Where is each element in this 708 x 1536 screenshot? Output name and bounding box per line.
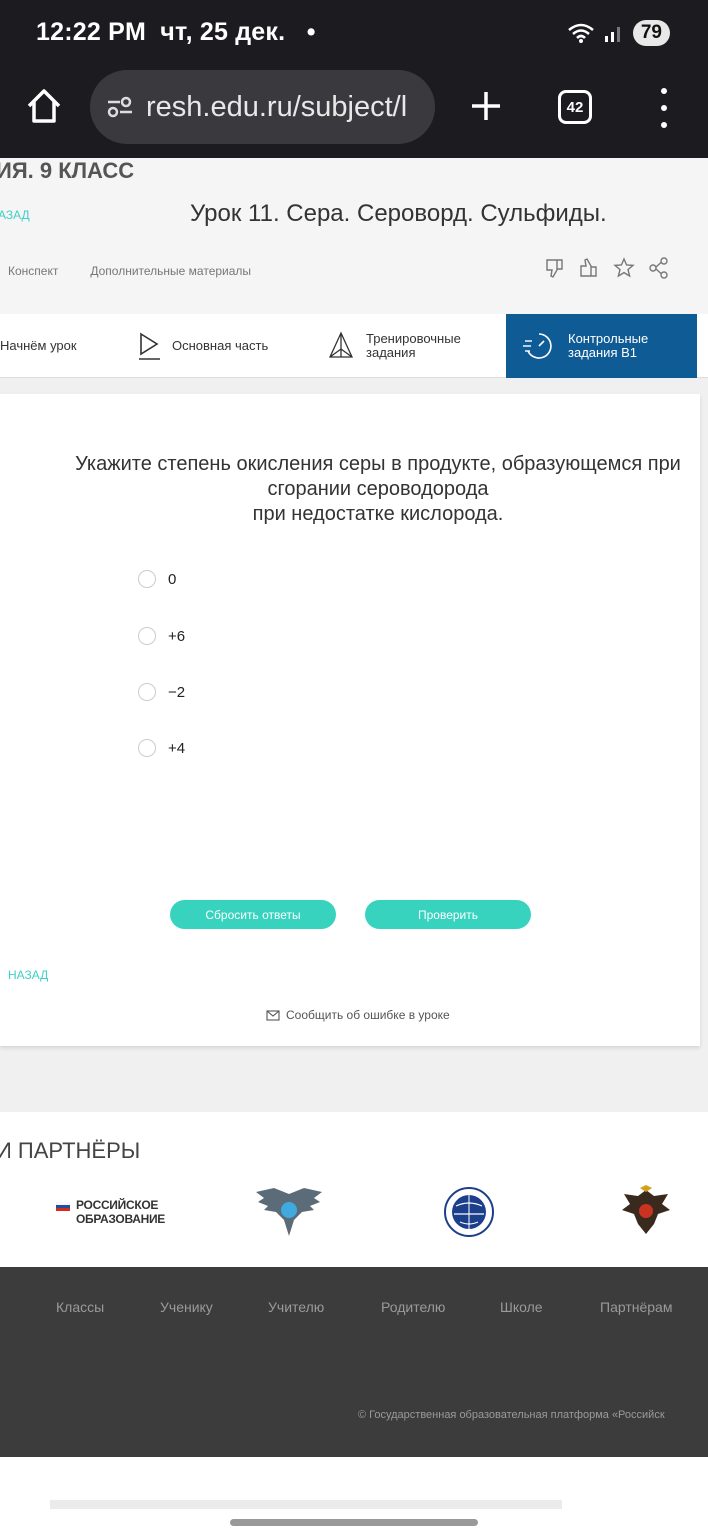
new-tab-button[interactable] [466,84,506,128]
address-bar-row: resh.edu.ru/subject/l 42 [0,70,708,144]
eagle-emblem-icon [256,1188,322,1236]
answer-option[interactable]: +6 [138,627,185,645]
back-link-bottom[interactable]: НАЗАД [8,968,48,982]
tab-switcher-button[interactable]: 42 [558,90,592,124]
partners-title: И ПАРТНЁРЫ [0,1138,141,1163]
step-label: Основная часть [172,338,269,353]
date-text: чт, 25 дек. [160,18,286,46]
mail-icon [266,1009,280,1021]
russian-flag-icon [56,1202,70,1211]
footer-link-teacher[interactable]: Учителю [268,1299,324,1315]
answer-option[interactable]: +4 [138,739,185,757]
copyright-text: © Государственная образовательная платфо… [358,1409,665,1421]
option-label: +4 [168,739,186,757]
radio-button[interactable] [138,683,156,701]
military-historical-society-logo[interactable] [616,1184,676,1245]
site-footer: Классы Ученику Учителю Родителю Школе Па… [0,1267,708,1457]
time-text: 12:22 PM [36,18,146,46]
partners-section: И ПАРТНЁРЫ РОССИЙСКОЕ ОБРАЗОВАНИЕ [0,1112,708,1267]
subject-title: ИЯ. 9 КЛАСС [0,158,135,183]
answer-option[interactable]: −2 [138,683,185,701]
page-scroll-strip [50,1500,562,1509]
play-icon [139,332,160,360]
question-line: Укажите степень окисления серы в продукт… [75,453,681,475]
question-line: сгорании сероводорода [267,478,489,500]
step-label: Тренировочные задания [366,331,461,360]
footer-link-student[interactable]: Ученику [160,1299,213,1315]
gesture-home-indicator[interactable] [230,1519,478,1526]
tab-additional-materials[interactable]: Дополнительные материалы [90,264,251,278]
step-label: Начнём урок [0,338,77,353]
lesson-step-nav: Начнём урок Основная часть Тренировочные… [0,314,708,378]
report-error-link[interactable]: Сообщить об ошибке в уроке [266,1008,450,1022]
globe-icon [444,1187,494,1237]
step-control[interactable]: Контрольные задания В1 [506,314,697,378]
url-bar[interactable]: resh.edu.ru/subject/l [90,70,435,144]
pyramid-icon [328,331,354,358]
like-icon[interactable] [578,256,600,280]
question-text: Укажите степень окисления серы в продукт… [48,452,708,527]
status-icons: 79 [567,20,670,46]
home-button[interactable] [24,84,64,128]
footer-link-parent[interactable]: Родителю [381,1299,445,1315]
quiz-card: Укажите степень окисления серы в продукт… [0,394,700,1046]
option-label: −2 [168,683,186,701]
menu-dot [661,105,667,111]
lesson-actions [544,256,670,280]
url-text[interactable]: resh.edu.ru/subject/l [146,91,407,124]
menu-dot [661,122,667,128]
footer-links: Классы Ученику Учителю Родителю Школе Па… [0,1299,708,1319]
share-icon[interactable] [648,256,670,280]
double-eagle-icon [622,1185,670,1234]
geographic-society-logo[interactable] [436,1186,502,1243]
menu-dot [661,88,667,94]
step-label: Контрольные задания В1 [568,331,649,360]
status-time: 12:22 PM чт, 25 дек. • [36,18,316,47]
step-start[interactable]: Начнём урок [0,314,110,378]
timer-icon [523,333,552,359]
report-label: Сообщить об ошибке в уроке [286,1008,450,1022]
browser-menu-button[interactable] [652,88,676,128]
battery-indicator: 79 [632,20,670,46]
wifi-icon [568,23,594,43]
ministry-logo[interactable] [254,1184,324,1245]
radio-button[interactable] [138,739,156,757]
footer-link-partners[interactable]: Партнёрам [600,1299,672,1315]
signal-icon [604,27,620,42]
tab-konspekt[interactable]: Конспект [8,264,58,278]
reset-answers-button[interactable]: Сбросить ответы [170,900,336,929]
notification-dot: • [306,18,316,46]
lesson-title: Урок 11. Сера. Сероворд. Сульфиды. [190,200,607,227]
plus-icon [472,92,500,120]
radio-button[interactable] [138,627,156,645]
question-line: при недостатке кислорода. [252,503,504,525]
dislike-icon[interactable] [544,256,566,280]
step-main[interactable]: Основная часть [136,314,306,378]
site-settings-icon[interactable] [106,95,134,119]
logo-text-line: ОБРАЗОВАНИЕ [76,1212,165,1226]
home-icon [27,89,61,123]
footer-link-classes[interactable]: Классы [56,1299,104,1315]
radio-button[interactable] [138,570,156,588]
back-link-top[interactable]: АЗАД [0,208,30,222]
browser-chrome: 12:22 PM чт, 25 дек. • 79 resh.edu.ru/su… [0,0,708,158]
lesson-header: ИЯ. 9 КЛАСС АЗАД Урок 11. Сера. Сероворд… [0,158,708,314]
option-label: +6 [168,627,186,645]
step-training[interactable]: Тренировочные задания [328,314,504,378]
lesson-tabs: Конспект Дополнительные материалы [8,264,251,278]
answer-option[interactable]: 0 [138,570,176,588]
footer-link-school[interactable]: Школе [500,1299,543,1315]
logo-text-line: РОССИЙСКОЕ [76,1198,159,1212]
option-label: 0 [168,570,177,588]
check-button[interactable]: Проверить [365,900,531,929]
star-icon[interactable] [612,256,636,280]
